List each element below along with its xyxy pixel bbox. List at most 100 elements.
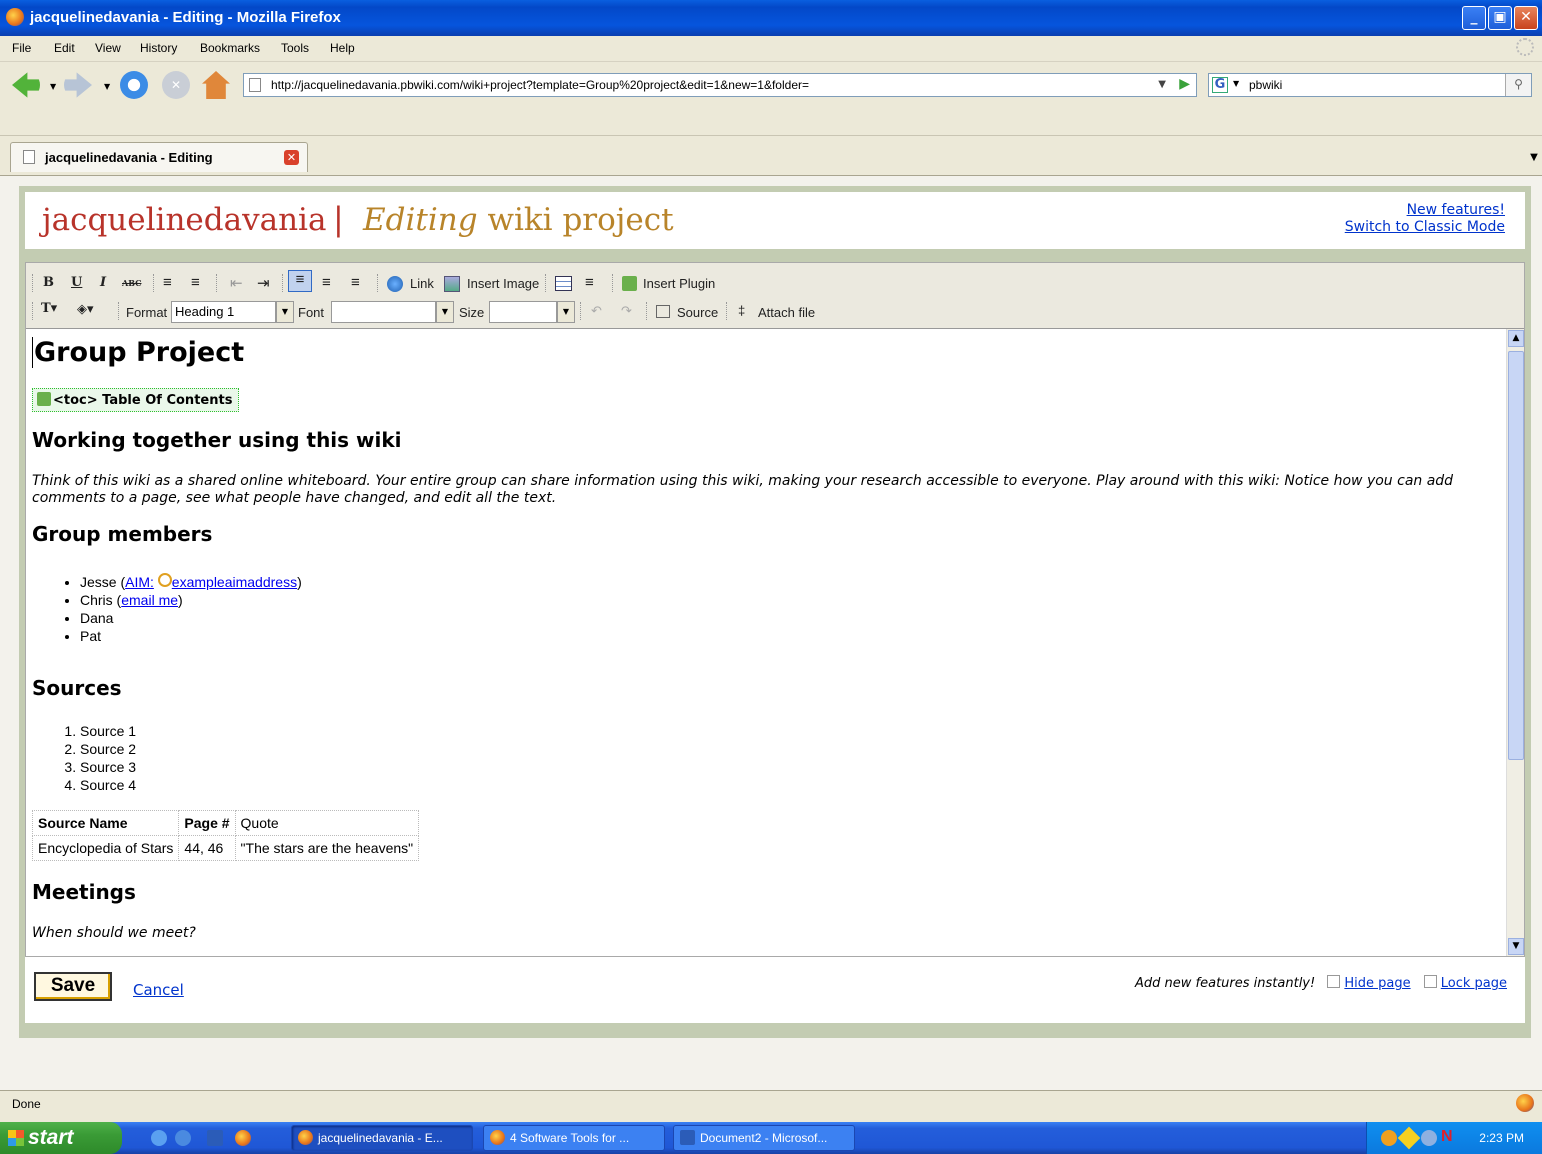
word-icon[interactable]	[207, 1130, 223, 1146]
doc-title[interactable]: Group Project	[32, 337, 244, 368]
window-titlebar[interactable]: jacquelinedavania - Editing - Mozilla Fi…	[0, 0, 1542, 36]
intro-paragraph[interactable]: Think of this wiki as a shared online wh…	[32, 473, 1502, 507]
browser-icon[interactable]	[175, 1130, 191, 1146]
list-item[interactable]: Source 2	[80, 740, 136, 758]
menu-edit[interactable]: Edit	[54, 41, 75, 55]
list-item[interactable]: Jesse (AIM: exampleaimaddress)	[80, 573, 302, 591]
image-icon[interactable]	[444, 276, 460, 292]
size-dropdown-icon[interactable]: ▼	[557, 301, 575, 323]
hide-page-link[interactable]: Hide page	[1344, 976, 1410, 991]
cancel-link[interactable]: Cancel	[133, 981, 184, 999]
table-header[interactable]: Page #	[178, 810, 236, 836]
attach-file-button[interactable]: Attach file	[758, 305, 815, 320]
list-item[interactable]: Source 3	[80, 758, 136, 776]
new-features-link[interactable]: New features!	[1345, 202, 1505, 219]
go-icon[interactable]: ▶	[1179, 76, 1190, 92]
site-name[interactable]: jacquelinedavania	[42, 202, 326, 238]
background-color-icon[interactable]: ◈▾	[77, 301, 94, 317]
align-right-icon[interactable]: ≡	[351, 274, 360, 291]
insert-image-button[interactable]: Insert Image	[467, 276, 539, 291]
lock-page-checkbox[interactable]	[1423, 975, 1437, 988]
menu-history[interactable]: History	[140, 41, 177, 55]
insert-plugin-button[interactable]: Insert Plugin	[643, 276, 715, 291]
heading-sources[interactable]: Sources	[32, 676, 122, 700]
tab-list-dropdown-icon[interactable]: ▼	[1526, 144, 1542, 172]
firefox-status-icon[interactable]	[1516, 1094, 1534, 1112]
undo-icon[interactable]: ↶	[591, 303, 602, 319]
stop-icon[interactable]: ✕	[162, 71, 190, 99]
norton-icon[interactable]: N	[1441, 1128, 1457, 1145]
align-center-icon[interactable]: ≡	[322, 274, 331, 291]
close-tab-icon[interactable]: ✕	[284, 150, 299, 165]
size-select[interactable]	[489, 301, 557, 323]
close-button[interactable]: ✕	[1514, 6, 1538, 30]
search-engine-dropdown-icon[interactable]: ▼	[1233, 79, 1239, 88]
tray-icon[interactable]	[1381, 1130, 1397, 1146]
menu-tools[interactable]: Tools	[281, 41, 309, 55]
taskbar-item-word[interactable]: Document2 - Microsof...	[673, 1125, 855, 1151]
save-button[interactable]: Save	[34, 972, 112, 1001]
outdent-icon[interactable]: ⇤	[230, 274, 243, 292]
firefox-icon[interactable]	[235, 1130, 251, 1146]
bulleted-list-icon[interactable]: ≡	[191, 274, 200, 291]
heading-meetings[interactable]: Meetings	[32, 880, 136, 904]
url-bar[interactable]: http://jacquelinedavania.pbwiki.com/wiki…	[243, 73, 1197, 97]
table-cell[interactable]: "The stars are the heavens"	[234, 835, 420, 861]
table-header[interactable]: Quote	[234, 810, 420, 836]
url-dropdown-icon[interactable]: ▼	[1158, 79, 1166, 90]
home-icon[interactable]	[202, 71, 230, 99]
table-icon[interactable]	[555, 276, 572, 291]
search-input[interactable]: pbwiki	[1249, 78, 1282, 92]
list-item[interactable]: Chris (email me)	[80, 591, 302, 609]
bold-button[interactable]: B	[43, 275, 54, 290]
table-cell[interactable]: Encyclopedia of Stars	[31, 835, 180, 861]
numbered-list-icon[interactable]: ≡	[163, 274, 172, 291]
table-cell[interactable]: 44, 46	[178, 835, 236, 861]
table-header[interactable]: Source Name	[31, 810, 180, 836]
minimize-button[interactable]: _	[1462, 6, 1486, 30]
start-button[interactable]: start	[0, 1122, 122, 1154]
strikethrough-button[interactable]: ABC	[122, 278, 141, 288]
meetings-question[interactable]: When should we meet?	[32, 925, 196, 941]
menu-bookmarks[interactable]: Bookmarks	[200, 41, 260, 55]
underline-button[interactable]: U	[71, 275, 82, 290]
list-item[interactable]: Source 1	[80, 722, 136, 740]
format-select[interactable]: Heading 1	[171, 301, 276, 323]
aim-link[interactable]: AIM:	[125, 574, 154, 590]
menu-file[interactable]: File	[12, 41, 31, 55]
menu-help[interactable]: Help	[330, 41, 355, 55]
horizontal-rule-icon[interactable]: ≡	[585, 274, 594, 291]
search-icon[interactable]: ⚲	[1505, 74, 1531, 96]
tab-editing[interactable]: jacquelinedavania - Editing ✕	[10, 142, 308, 172]
back-icon[interactable]	[12, 72, 40, 98]
maximize-button[interactable]: ▣	[1488, 6, 1512, 30]
italic-button[interactable]: I	[100, 275, 106, 290]
menu-view[interactable]: View	[95, 41, 121, 55]
scroll-thumb[interactable]	[1508, 351, 1524, 760]
toc-plugin[interactable]: <toc> Table Of Contents	[32, 388, 240, 412]
redo-icon[interactable]: ↷	[621, 303, 632, 319]
text-color-icon[interactable]: T▾	[41, 301, 57, 316]
back-dropdown-icon[interactable]: ▼	[50, 82, 56, 91]
tray-icon[interactable]	[1397, 1126, 1421, 1150]
format-dropdown-icon[interactable]: ▼	[276, 301, 294, 323]
lock-page-link[interactable]: Lock page	[1441, 976, 1507, 991]
editor-content[interactable]: Group Project <toc> Table Of Contents Wo…	[26, 329, 1506, 956]
forward-icon[interactable]	[64, 72, 92, 98]
attach-icon[interactable]: ‡	[738, 303, 745, 318]
indent-icon[interactable]: ⇥	[257, 274, 270, 292]
editor-scrollbar[interactable]: ▲ ▼	[1506, 329, 1524, 956]
reload-icon[interactable]	[120, 71, 148, 99]
plugin-icon[interactable]	[622, 276, 637, 291]
ie-icon[interactable]	[151, 1130, 167, 1146]
align-left-icon[interactable]: ≡	[288, 270, 312, 292]
link-icon[interactable]	[387, 276, 403, 292]
taskbar-item-software-tools[interactable]: 4 Software Tools for ...	[483, 1125, 665, 1151]
list-item[interactable]: Dana	[80, 609, 302, 627]
list-item[interactable]: Pat	[80, 627, 302, 645]
classic-mode-link[interactable]: Switch to Classic Mode	[1345, 219, 1505, 236]
scroll-up-icon[interactable]: ▲	[1508, 330, 1524, 347]
aim-address-link[interactable]: exampleaimaddress	[172, 574, 297, 590]
link-button[interactable]: Link	[410, 276, 434, 291]
list-item[interactable]: Source 4	[80, 776, 136, 794]
